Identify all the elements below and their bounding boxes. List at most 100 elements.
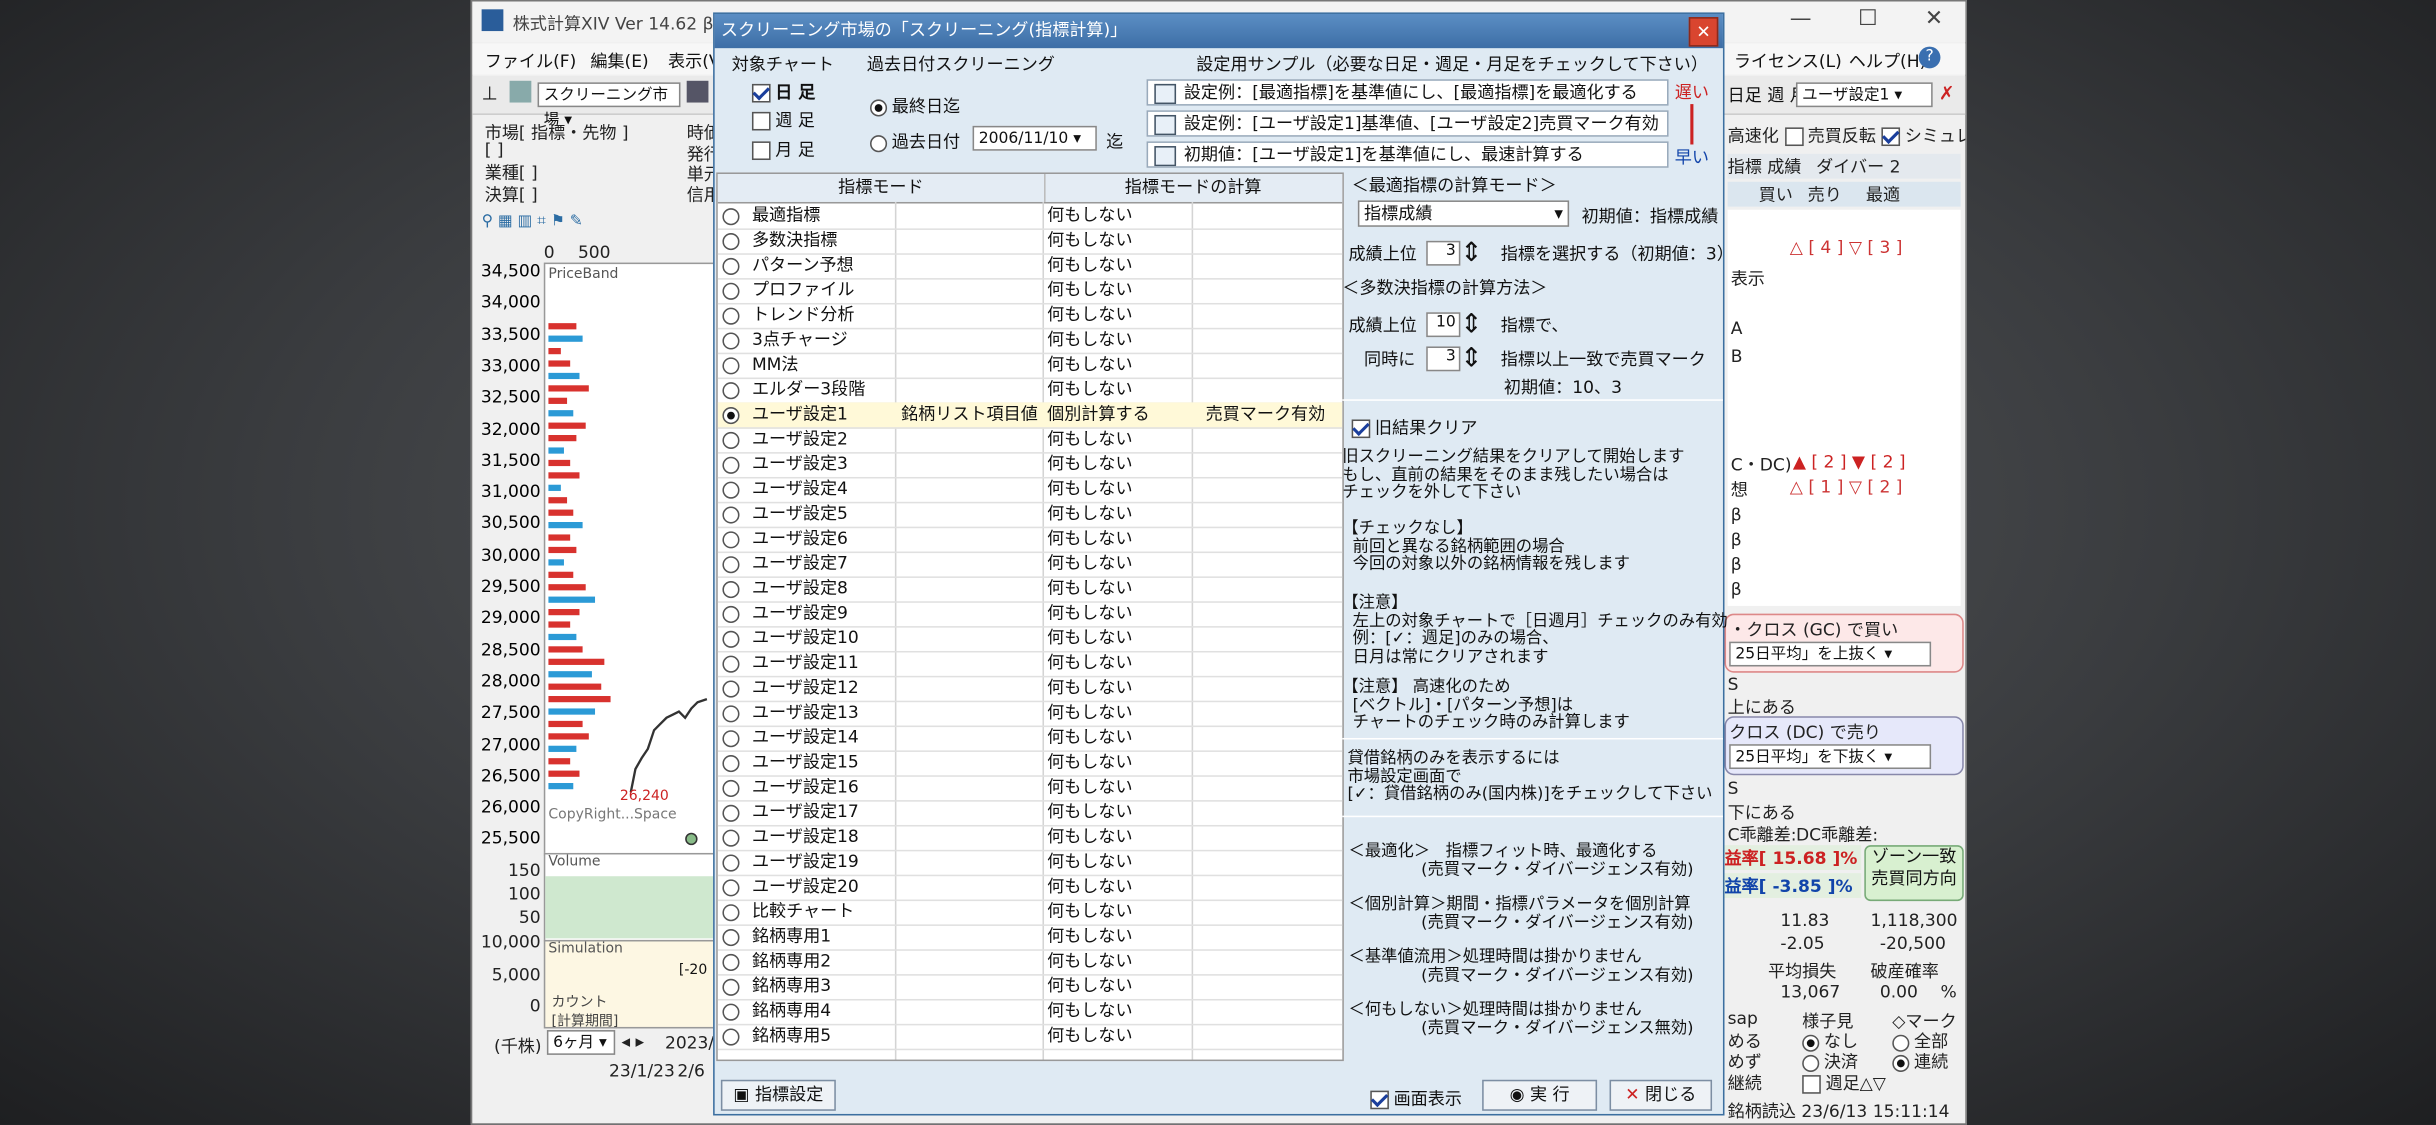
row-radio[interactable] — [722, 726, 744, 751]
menu-help[interactable]: ヘルプ(H) — [1849, 48, 1926, 73]
latest-radio[interactable]: 最終日迄 — [870, 93, 960, 118]
daily-checkbox[interactable]: 日 足 — [751, 79, 815, 104]
row-radio[interactable] — [722, 900, 744, 925]
grid-row[interactable]: ユーザ設定13 何もしない — [717, 701, 1343, 728]
row-calc[interactable]: 個別計算する — [1047, 402, 1196, 427]
grid-row[interactable]: 最適指標 何もしない — [717, 204, 1343, 230]
market-select[interactable]: スクリーニング市場 ▾ — [537, 82, 681, 129]
row-calc[interactable]: 何もしない — [1047, 378, 1196, 403]
row-radio[interactable] — [722, 452, 744, 477]
grid-row[interactable]: ユーザ設定14 何もしない — [717, 726, 1343, 752]
grid-row[interactable]: ユーザ設定11 何もしない — [717, 651, 1343, 678]
row-radio[interactable] — [722, 552, 744, 577]
grid-row[interactable]: 3点チャージ 何もしない — [717, 328, 1343, 355]
grid-row[interactable]: トレンド分析 何もしない — [717, 303, 1343, 330]
row-radio[interactable] — [722, 402, 744, 427]
gc-select[interactable]: 25日平均」を上抜く ▾ — [1729, 641, 1932, 667]
row-calc[interactable]: 何もしない — [1047, 750, 1196, 775]
grid-row[interactable]: ユーザ設定5 何もしない — [717, 502, 1343, 529]
row-calc[interactable]: 何もしない — [1047, 900, 1196, 925]
row-calc[interactable]: 何もしない — [1047, 825, 1196, 850]
pin-icon[interactable]: ⊥ — [482, 82, 498, 104]
row-calc[interactable]: 何もしない — [1047, 576, 1196, 601]
grid-row[interactable]: ユーザ設定4 何もしない — [717, 477, 1343, 504]
row-calc[interactable]: 何もしない — [1047, 527, 1196, 552]
grid-row[interactable]: ユーザ設定12 何もしない — [717, 676, 1343, 703]
row-radio[interactable] — [722, 278, 744, 303]
maj-rank-spinner[interactable]: 10 ⇕ — [1426, 309, 1483, 340]
row-calc[interactable]: 何もしない — [1047, 800, 1196, 825]
rank-value[interactable]: 3 — [1426, 240, 1461, 266]
row-radio[interactable] — [722, 949, 744, 974]
grid-row[interactable]: ユーザ設定9 何もしない — [717, 601, 1343, 628]
grid-row[interactable]: ユーザ設定7 何もしない — [717, 552, 1343, 578]
chart-tool-icons[interactable]: ⚲ ▦ ▥ ⌗ ⚑ ✎ — [482, 213, 653, 235]
same-value[interactable]: 3 — [1426, 346, 1461, 372]
menu-license[interactable]: ライセンス(L) — [1734, 48, 1842, 73]
row-radio[interactable] — [722, 427, 744, 452]
row-mark[interactable]: 売買マーク有効 — [1206, 402, 1343, 427]
help-icon[interactable]: ? — [1918, 46, 1941, 69]
grid-row[interactable]: ユーザ設定18 何もしない — [717, 825, 1343, 852]
grid-row[interactable]: 銘柄専用2 何もしない — [717, 949, 1343, 976]
maximize-icon[interactable]: ☐ — [1858, 6, 1878, 31]
dialog-close-icon[interactable]: ✕ — [1688, 17, 1719, 47]
row-calc[interactable]: 何もしない — [1047, 651, 1196, 676]
grid-row[interactable]: ユーザ設定17 何もしない — [717, 800, 1343, 827]
row-calc[interactable]: 何もしない — [1047, 949, 1196, 974]
grid-row[interactable]: ユーザ設定10 何もしない — [717, 626, 1343, 653]
row-radio[interactable] — [722, 601, 744, 626]
row-calc[interactable]: 何もしない — [1047, 552, 1196, 577]
row-calc[interactable]: 何もしない — [1047, 701, 1196, 726]
row-radio[interactable] — [722, 651, 744, 676]
row-calc[interactable]: 何もしない — [1047, 278, 1196, 303]
grid-row[interactable]: プロファイル 何もしない — [717, 278, 1343, 305]
past-date-radio[interactable]: 過去日付 — [870, 129, 960, 154]
grid-row[interactable]: エルダー3段階 何もしない — [717, 378, 1343, 404]
row-calc[interactable]: 何もしない — [1047, 999, 1196, 1024]
grid-row[interactable]: 比較チャート 何もしない — [717, 900, 1343, 926]
tab-indicator[interactable]: 指標 — [1728, 157, 1762, 177]
row-radio[interactable] — [722, 228, 744, 253]
row-radio[interactable] — [722, 626, 744, 651]
row-radio[interactable] — [722, 676, 744, 701]
row-calc[interactable]: 何もしない — [1047, 303, 1196, 328]
reverse-checkbox[interactable] — [1784, 127, 1803, 147]
tab-score[interactable]: 成績 — [1767, 157, 1801, 177]
row-calc[interactable]: 何もしない — [1047, 502, 1196, 527]
row-calc[interactable]: 何もしない — [1047, 328, 1196, 353]
weekly-checkbox[interactable]: 週 足 — [751, 107, 815, 132]
close-button[interactable]: ✕ 閉じる — [1609, 1079, 1713, 1111]
row-radio[interactable] — [722, 204, 744, 229]
grid-row[interactable]: 銘柄専用1 何もしない — [717, 924, 1343, 951]
sample-button-2[interactable]: 設定例：[ユーザ設定1]基準値、[ユーザ設定2]売買マーク有効 — [1146, 110, 1669, 137]
row-radio[interactable] — [722, 1024, 744, 1049]
row-calc[interactable]: 何もしない — [1047, 924, 1196, 949]
right-settings-select[interactable]: ユーザ設定1 ▾ — [1795, 82, 1933, 108]
toggle-speed[interactable]: 高速化 — [1728, 126, 1779, 146]
row-radio[interactable] — [722, 800, 744, 825]
row-radio[interactable] — [722, 850, 744, 875]
grid-row[interactable]: ユーザ設定15 何もしない — [717, 750, 1343, 777]
grid-row[interactable]: ユーザ設定8 何もしない — [717, 576, 1343, 603]
row-calc[interactable]: 何もしない — [1047, 974, 1196, 999]
row-calc[interactable]: 何もしない — [1047, 353, 1196, 378]
row-radio[interactable] — [722, 303, 744, 328]
remove-icon[interactable]: ✗ — [1939, 82, 1955, 104]
row-radio[interactable] — [722, 328, 744, 353]
opt-mode-select[interactable]: 指標成績 ▾ — [1357, 200, 1570, 227]
screen-show-checkbox[interactable]: 画面表示 — [1370, 1086, 1462, 1111]
row-calc[interactable]: 何もしない — [1047, 775, 1196, 800]
dc-select[interactable]: 25日平均」を下抜く ▾ — [1729, 744, 1932, 770]
row-radio[interactable] — [722, 576, 744, 601]
grid-row[interactable]: ユーザ設定16 何もしない — [717, 775, 1343, 802]
row-calc[interactable]: 何もしない — [1047, 477, 1196, 502]
row-calc[interactable]: 何もしない — [1047, 676, 1196, 701]
grid-row[interactable]: ユーザ設定19 何もしない — [717, 850, 1343, 877]
sample-button-1[interactable]: 設定例：[最適指標]を基準値にし、[最適指標]を最適化する — [1146, 79, 1669, 106]
run-button[interactable]: ◉ 実 行 — [1482, 1079, 1598, 1111]
maj-rank-value[interactable]: 10 — [1426, 312, 1461, 338]
sim-checkbox[interactable] — [1881, 127, 1901, 147]
row-radio[interactable] — [722, 502, 744, 527]
grid-row[interactable]: ユーザ設定6 何もしない — [717, 527, 1343, 554]
